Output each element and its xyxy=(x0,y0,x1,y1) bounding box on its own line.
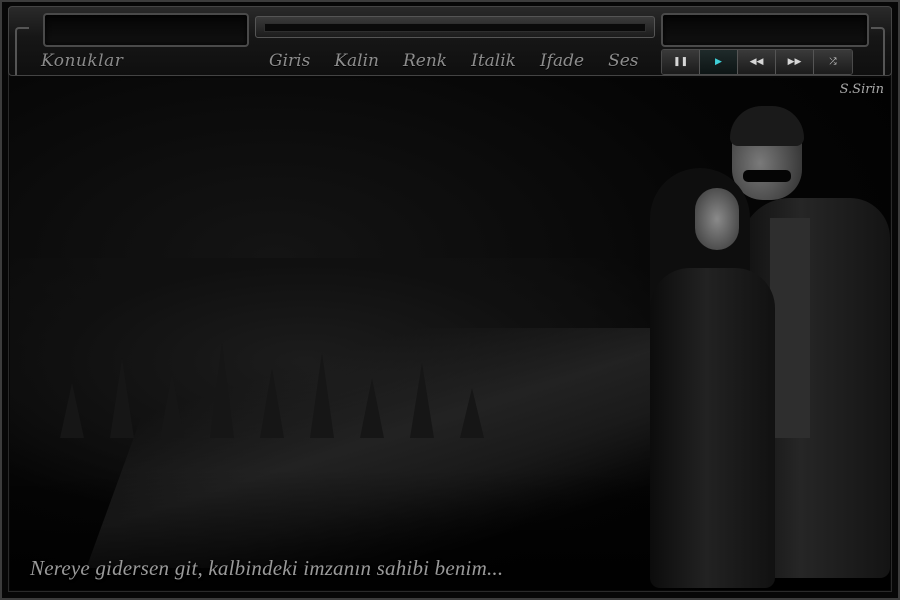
sunglasses xyxy=(743,170,791,182)
quote-text: Nereye gidersen git, kalbindeki imzanın … xyxy=(30,556,504,580)
menu-item-ses[interactable]: Ses xyxy=(596,51,650,71)
man-hair xyxy=(730,106,804,146)
previous-button[interactable]: ◀◀ xyxy=(738,50,776,74)
frame-corner-left xyxy=(15,27,29,75)
display-screen-right xyxy=(661,13,869,47)
shuffle-icon: ⤮ xyxy=(829,57,837,67)
menu-item-renk[interactable]: Renk xyxy=(391,51,459,71)
tree xyxy=(360,378,384,438)
display-screen-left xyxy=(43,13,249,47)
brand-title[interactable]: Konuklar xyxy=(41,51,123,71)
signature: S.Sirin xyxy=(839,82,884,97)
next-button[interactable]: ▶▶ xyxy=(776,50,814,74)
progress-bar[interactable] xyxy=(255,16,655,38)
tree xyxy=(410,363,434,438)
tree xyxy=(160,373,184,438)
progress-track-inner xyxy=(264,23,646,32)
tree xyxy=(60,383,84,438)
woman-jacket xyxy=(650,268,775,588)
top-toolbar: Konuklar Giris Kalin Renk Italik Ifade S… xyxy=(8,6,892,76)
couple-photo xyxy=(635,106,890,588)
tree xyxy=(260,368,284,438)
play-button[interactable]: ▶ xyxy=(700,50,738,74)
menu-item-ifade[interactable]: Ifade xyxy=(528,51,596,71)
menu-item-italik[interactable]: Italik xyxy=(459,51,528,71)
frame-corner-right xyxy=(871,27,885,75)
menu-item-kalin[interactable]: Kalin xyxy=(322,51,391,71)
background-scene xyxy=(10,78,890,590)
woman-face xyxy=(695,188,739,250)
tree xyxy=(110,358,134,438)
play-icon: ▶ xyxy=(715,57,722,67)
tree-line xyxy=(50,248,570,438)
format-menu: Giris Kalin Renk Italik Ifade Ses xyxy=(257,51,651,71)
pause-button[interactable]: ❚❚ xyxy=(662,50,700,74)
tree xyxy=(210,343,234,438)
tree xyxy=(460,388,484,438)
shuffle-button[interactable]: ⤮ xyxy=(814,50,852,74)
tree xyxy=(310,353,334,438)
previous-icon: ◀◀ xyxy=(749,57,764,67)
man-shirt xyxy=(770,218,810,438)
next-icon: ▶▶ xyxy=(787,57,802,67)
media-controls: ❚❚ ▶ ◀◀ ▶▶ ⤮ xyxy=(661,49,853,75)
menu-item-giris[interactable]: Giris xyxy=(257,51,322,71)
pause-icon: ❚❚ xyxy=(672,57,689,67)
